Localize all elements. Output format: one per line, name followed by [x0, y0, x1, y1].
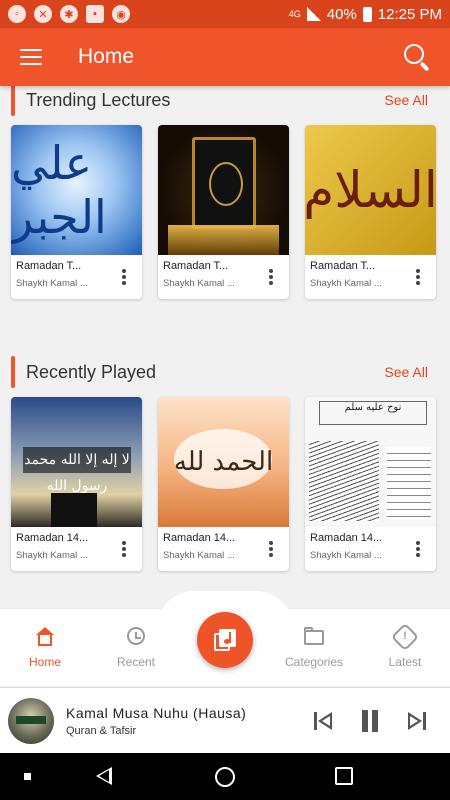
nav-categories[interactable]: Categories: [274, 627, 354, 669]
thumbnail-calligraphy: نوح عليه سلم: [319, 401, 427, 425]
search-icon[interactable]: [404, 44, 430, 72]
home-content[interactable]: Trending Lectures See All علي الجبر Rama…: [0, 86, 450, 608]
player-controls: [312, 709, 428, 733]
section-accent-bar: [11, 86, 15, 116]
thumbnail-calligraphy: الحمد لله: [173, 447, 274, 477]
card-row: لا إله إلا الله محمد رسول الله Ramadan 1…: [0, 397, 450, 571]
lecture-card[interactable]: الحمد لله Ramadan 14... Shaykh Kamal ...: [158, 397, 289, 571]
card-title: Ramadan 14...: [310, 532, 383, 544]
thumbnail-calligraphy: لا إله إلا الله محمد رسول الله: [23, 447, 131, 494]
card-subtitle: Shaykh Kamal ...: [310, 550, 382, 561]
trending-section: Trending Lectures See All علي الجبر Rama…: [0, 86, 450, 299]
lecture-thumbnail: السلام: [305, 125, 436, 255]
recent-apps-icon[interactable]: [335, 767, 353, 785]
album-art: [8, 697, 54, 744]
back-icon[interactable]: [96, 767, 112, 785]
nav-home[interactable]: Home: [5, 627, 85, 669]
page-title: Home: [78, 45, 135, 68]
menu-icon[interactable]: [20, 49, 42, 65]
lecture-card[interactable]: السلام Ramadan T... Shaykh Kamal ...: [305, 125, 436, 299]
card-subtitle: Shaykh Kamal ...: [163, 550, 235, 561]
track-subtitle: Quran & Tafsir: [66, 724, 137, 737]
track-title: Kamal Musa Nuhu (Hausa): [66, 704, 247, 721]
see-all-link[interactable]: See All: [384, 364, 428, 380]
card-subtitle: Shaykh Kamal ...: [16, 550, 88, 561]
lecture-thumbnail: نوح عليه سلم: [305, 397, 436, 527]
music-library-icon: [214, 629, 236, 651]
mini-player[interactable]: Kamal Musa Nuhu (Hausa) Quran & Tafsir: [0, 687, 450, 753]
bottom-navigation: Home Recent Categories ! Latest: [0, 591, 450, 686]
nav-recent[interactable]: Recent: [96, 627, 176, 669]
lecture-thumbnail: الحمد لله: [158, 397, 289, 527]
history-icon: [125, 627, 147, 647]
card-subtitle: Shaykh Kamal ...: [16, 278, 88, 289]
signal-icon: [306, 7, 321, 21]
see-all-link[interactable]: See All: [384, 92, 428, 108]
more-options-icon[interactable]: [122, 541, 126, 557]
now-playing-button[interactable]: [197, 612, 253, 668]
card-subtitle: Shaykh Kamal ...: [310, 278, 382, 289]
lecture-card[interactable]: نوح عليه سلم Ramadan 14... Shaykh Kamal …: [305, 397, 436, 571]
assistant-dot-icon[interactable]: [24, 773, 31, 780]
lecture-card[interactable]: لا إله إلا الله محمد رسول الله Ramadan 1…: [11, 397, 142, 571]
system-indicators: 4G 40% 12:25 PM: [289, 6, 442, 23]
card-title: Ramadan T...: [16, 260, 82, 272]
card-subtitle: Shaykh Kamal ...: [163, 278, 235, 289]
pattern-notification-icon: ✱: [60, 5, 78, 23]
nav-latest-label: Latest: [388, 655, 422, 669]
track-info: Kamal Musa Nuhu (Hausa) Quran & Tafsir: [66, 705, 246, 737]
nav-recent-label: Recent: [116, 655, 156, 669]
more-options-icon[interactable]: [269, 541, 273, 557]
battery-level: 40%: [326, 5, 357, 23]
close-notification-icon: ✕: [34, 5, 52, 23]
app-notification-icon: ◦: [8, 5, 26, 23]
more-options-icon[interactable]: [416, 269, 420, 285]
lecture-card[interactable]: Ramadan T... Shaykh Kamal ...: [158, 125, 289, 299]
clock: 12:25 PM: [377, 5, 442, 23]
skip-previous-icon[interactable]: [312, 709, 336, 733]
section-header: Trending Lectures See All: [0, 86, 450, 122]
lecture-thumbnail: علي الجبر: [11, 125, 142, 255]
ark-sketch-image: [309, 441, 379, 521]
lecture-card[interactable]: علي الجبر Ramadan T... Shaykh Kamal ...: [11, 125, 142, 299]
nav-home-label: Home: [28, 655, 61, 669]
lecture-thumbnail: [158, 125, 289, 255]
card-title: Ramadan 14...: [163, 532, 236, 544]
battery-icon: [362, 6, 372, 22]
image-notification-icon: ▪: [86, 5, 104, 23]
card-title: Ramadan T...: [310, 260, 376, 272]
app-bar: Home: [0, 28, 450, 86]
kaaba-image: [51, 493, 97, 527]
nav-categories-label: Categories: [284, 655, 344, 669]
skip-next-icon[interactable]: [404, 709, 428, 733]
card-title: Ramadan 14...: [16, 532, 89, 544]
more-options-icon[interactable]: [416, 541, 420, 557]
section-title: Trending Lectures: [26, 89, 171, 110]
new-badge-icon: !: [390, 622, 420, 652]
section-accent-bar: [11, 356, 15, 388]
card-title: Ramadan T...: [163, 260, 229, 272]
nav-latest[interactable]: ! Latest: [365, 622, 445, 669]
thumbnail-calligraphy: علي الجبر: [11, 136, 107, 244]
home-circle-icon[interactable]: [215, 767, 235, 787]
network-type: 4G: [288, 8, 301, 19]
card-row: علي الجبر Ramadan T... Shaykh Kamal ... …: [0, 125, 450, 299]
quran-book-image: [192, 137, 256, 229]
system-navigation-bar: [0, 753, 450, 800]
home-icon: [34, 627, 56, 647]
folder-icon: [303, 627, 325, 647]
notification-icons: ◦ ✕ ✱ ▪ ◉: [8, 5, 130, 23]
hotspot-icon: ◉: [112, 5, 130, 23]
section-header: Recently Played See All: [0, 350, 450, 394]
more-options-icon[interactable]: [269, 269, 273, 285]
pause-icon[interactable]: [358, 709, 382, 733]
more-options-icon[interactable]: [122, 269, 126, 285]
lecture-thumbnail: لا إله إلا الله محمد رسول الله: [11, 397, 142, 527]
recently-played-section: Recently Played See All لا إله إلا الله …: [0, 350, 450, 571]
thumbnail-calligraphy: السلام: [305, 161, 436, 219]
status-bar: ◦ ✕ ✱ ▪ ◉ 4G 40% 12:25 PM: [0, 0, 450, 28]
section-title: Recently Played: [26, 361, 157, 382]
